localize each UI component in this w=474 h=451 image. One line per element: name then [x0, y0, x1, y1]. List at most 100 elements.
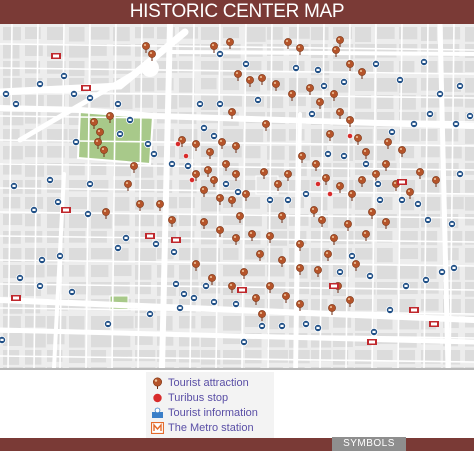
tourist-information-icon[interactable] — [419, 58, 428, 67]
tourist-attraction-icon[interactable] — [206, 148, 214, 159]
tourist-information-icon[interactable] — [241, 60, 250, 69]
tourist-information-icon[interactable] — [455, 169, 464, 178]
tourist-information-icon[interactable] — [215, 49, 224, 58]
metrobus-station-icon[interactable] — [51, 53, 61, 59]
metrobus-station-icon[interactable] — [145, 233, 155, 239]
tourist-attraction-icon[interactable] — [200, 186, 208, 197]
turibus-stop-icon[interactable] — [315, 181, 321, 187]
metrobus-station-icon[interactable] — [237, 287, 247, 293]
tourist-information-icon[interactable] — [175, 303, 184, 312]
tourist-attraction-icon[interactable] — [232, 170, 240, 181]
tourist-information-icon[interactable] — [257, 321, 266, 330]
tourist-information-icon[interactable] — [335, 267, 344, 276]
map-area[interactable] — [0, 24, 474, 370]
tourist-information-icon[interactable] — [0, 336, 6, 344]
tourist-information-icon[interactable] — [277, 321, 286, 330]
tourist-attraction-icon[interactable] — [282, 292, 290, 303]
tourist-information-icon[interactable] — [2, 90, 10, 99]
tourist-information-icon[interactable] — [375, 195, 384, 204]
tourist-information-icon[interactable] — [449, 263, 458, 272]
tourist-information-icon[interactable] — [122, 233, 131, 242]
tourist-information-icon[interactable] — [425, 110, 434, 119]
tourist-information-icon[interactable] — [215, 100, 224, 109]
tourist-information-icon[interactable] — [447, 219, 456, 228]
tourist-information-icon[interactable] — [56, 251, 65, 260]
turibus-stop-icon[interactable] — [175, 141, 181, 147]
tourist-information-icon[interactable] — [114, 100, 123, 109]
metrobus-station-icon[interactable] — [61, 207, 71, 213]
tourist-information-icon[interactable] — [199, 124, 208, 133]
tourist-information-icon[interactable] — [365, 271, 374, 280]
tourist-information-icon[interactable] — [361, 159, 370, 168]
tourist-information-icon[interactable] — [209, 297, 218, 306]
turibus-stop-icon[interactable] — [183, 153, 189, 159]
tourist-information-icon[interactable] — [54, 197, 63, 206]
tourist-information-icon[interactable] — [409, 120, 418, 129]
symbols-tab[interactable]: SYMBOLS — [332, 437, 406, 451]
tourist-attraction-icon[interactable] — [204, 166, 212, 177]
tourist-information-icon[interactable] — [455, 82, 464, 91]
tourist-information-icon[interactable] — [413, 199, 422, 208]
tourist-information-icon[interactable] — [84, 209, 93, 218]
tourist-information-icon[interactable] — [126, 116, 135, 125]
tourist-information-icon[interactable] — [421, 275, 430, 284]
tourist-attraction-icon[interactable] — [358, 68, 366, 79]
tourist-information-icon[interactable] — [72, 138, 81, 147]
tourist-information-icon[interactable] — [11, 100, 20, 109]
tourist-information-icon[interactable] — [373, 179, 382, 188]
tourist-attraction-icon[interactable] — [284, 170, 292, 181]
tourist-information-icon[interactable] — [221, 179, 230, 188]
metrobus-station-icon[interactable] — [367, 339, 377, 345]
tourist-information-icon[interactable] — [36, 281, 45, 290]
metrobus-station-icon[interactable] — [429, 321, 439, 327]
metrobus-station-icon[interactable] — [397, 179, 407, 185]
tourist-information-icon[interactable] — [291, 64, 300, 73]
tourist-attraction-icon[interactable] — [156, 200, 164, 211]
tourist-information-icon[interactable] — [38, 255, 47, 264]
tourist-information-icon[interactable] — [395, 76, 404, 85]
tourist-information-icon[interactable] — [171, 279, 180, 288]
tourist-information-icon[interactable] — [323, 150, 332, 159]
tourist-information-icon[interactable] — [319, 82, 328, 91]
tourist-attraction-icon[interactable] — [344, 220, 352, 231]
tourist-information-icon[interactable] — [313, 66, 322, 75]
tourist-information-icon[interactable] — [313, 323, 322, 332]
tourist-information-icon[interactable] — [201, 281, 210, 290]
tourist-information-icon[interactable] — [339, 78, 348, 87]
tourist-information-icon[interactable] — [451, 120, 460, 129]
tourist-information-icon[interactable] — [36, 80, 45, 89]
tourist-information-icon[interactable] — [437, 267, 446, 276]
tourist-information-icon[interactable] — [149, 150, 158, 159]
tourist-information-icon[interactable] — [423, 215, 432, 224]
historic-center-map[interactable] — [0, 24, 474, 368]
tourist-information-icon[interactable] — [116, 130, 125, 139]
tourist-information-icon[interactable] — [209, 132, 218, 141]
tourist-information-icon[interactable] — [339, 151, 348, 160]
tourist-information-icon[interactable] — [189, 293, 198, 302]
tourist-information-icon[interactable] — [239, 337, 248, 346]
tourist-information-icon[interactable] — [387, 128, 396, 137]
tourist-information-icon[interactable] — [347, 251, 356, 260]
tourist-information-icon[interactable] — [233, 187, 242, 196]
tourist-information-icon[interactable] — [86, 179, 95, 188]
metrobus-station-icon[interactable] — [81, 85, 91, 91]
tourist-information-icon[interactable] — [68, 287, 77, 296]
tourist-information-icon[interactable] — [401, 281, 410, 290]
tourist-information-icon[interactable] — [46, 175, 55, 184]
tourist-information-icon[interactable] — [104, 319, 113, 328]
tourist-information-icon[interactable] — [15, 273, 24, 282]
tourist-information-icon[interactable] — [465, 112, 474, 121]
tourist-information-icon[interactable] — [307, 110, 316, 119]
tourist-information-icon[interactable] — [231, 299, 240, 308]
tourist-information-icon[interactable] — [385, 305, 394, 314]
tourist-information-icon[interactable] — [283, 195, 292, 204]
tourist-information-icon[interactable] — [397, 195, 406, 204]
turibus-stop-icon[interactable] — [327, 191, 333, 197]
tourist-attraction-icon[interactable] — [240, 268, 248, 279]
tourist-information-icon[interactable] — [253, 96, 262, 105]
tourist-information-icon[interactable] — [371, 60, 380, 69]
tourist-information-icon[interactable] — [143, 140, 152, 149]
metrobus-station-icon[interactable] — [329, 283, 339, 289]
metrobus-station-icon[interactable] — [409, 307, 419, 313]
tourist-information-icon[interactable] — [265, 195, 274, 204]
